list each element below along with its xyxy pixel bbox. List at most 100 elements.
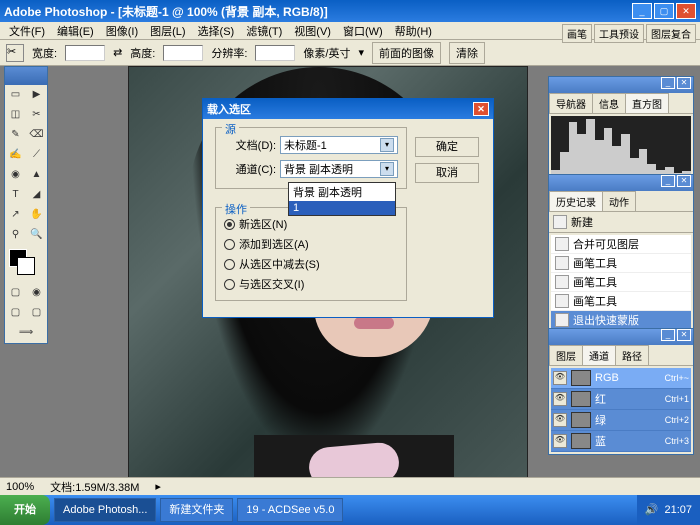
- menu-edit[interactable]: 编辑(E): [52, 22, 99, 40]
- eye-icon[interactable]: 👁: [553, 413, 567, 427]
- minimize-button[interactable]: _: [632, 3, 652, 19]
- screen-mode-2[interactable]: ▢: [26, 303, 47, 323]
- front-image-button[interactable]: 前面的图像: [372, 42, 441, 64]
- maximize-button[interactable]: ▢: [654, 3, 674, 19]
- panel-titlebar[interactable]: _✕: [549, 175, 693, 191]
- tool-15[interactable]: 🔍: [26, 225, 47, 245]
- snapshot-name[interactable]: 新建: [571, 214, 593, 230]
- system-tray[interactable]: 🔊 21:07: [637, 495, 700, 525]
- unit-select[interactable]: 像素/英寸: [303, 45, 350, 61]
- panel-titlebar[interactable]: _✕: [549, 77, 693, 93]
- tool-7[interactable]: ⟋: [26, 145, 47, 165]
- tab-navigator[interactable]: 导航器: [549, 93, 593, 113]
- channel-item[interactable]: 👁RGBCtrl+~: [551, 368, 691, 389]
- operation-radio[interactable]: 从选区中减去(S): [224, 256, 398, 272]
- swap-icon[interactable]: ⇄: [113, 46, 122, 59]
- menu-window[interactable]: 窗口(W): [338, 22, 388, 40]
- tool-2[interactable]: ◫: [5, 105, 26, 125]
- eye-icon[interactable]: 👁: [553, 371, 567, 385]
- toolbox-titlebar[interactable]: [5, 67, 47, 85]
- background-color[interactable]: [17, 257, 35, 275]
- eye-icon[interactable]: 👁: [553, 392, 567, 406]
- snapshot-thumb[interactable]: [553, 215, 567, 229]
- panel-close-icon[interactable]: ✕: [677, 77, 691, 89]
- menu-image[interactable]: 图像(I): [101, 22, 143, 40]
- panel-min-icon[interactable]: _: [661, 175, 675, 187]
- menu-view[interactable]: 视图(V): [289, 22, 336, 40]
- tool-8[interactable]: ◉: [5, 165, 26, 185]
- color-swatch[interactable]: [9, 249, 43, 279]
- taskbar-item[interactable]: Adobe Photosh...: [54, 498, 156, 522]
- tool-3[interactable]: ✂: [26, 105, 47, 125]
- tab-layers[interactable]: 图层: [549, 345, 583, 365]
- history-item[interactable]: 画笔工具: [551, 292, 691, 311]
- taskbar-item[interactable]: 19 - ACDSee v5.0: [237, 498, 343, 522]
- taskbar-item[interactable]: 新建文件夹: [160, 498, 233, 522]
- panel-close-icon[interactable]: ✕: [677, 175, 691, 187]
- tray-icon[interactable]: 🔊: [645, 495, 659, 525]
- status-chevron-icon[interactable]: ▸: [155, 480, 161, 493]
- tab-channels[interactable]: 通道: [582, 345, 616, 365]
- dropdown-option-selected[interactable]: 1: [289, 201, 395, 215]
- tool-11[interactable]: ◢: [26, 185, 47, 205]
- start-button[interactable]: 开始: [0, 495, 50, 525]
- chevron-down-icon[interactable]: ▾: [380, 162, 394, 176]
- menu-file[interactable]: 文件(F): [4, 22, 50, 40]
- menu-filter[interactable]: 滤镜(T): [241, 22, 287, 40]
- eye-icon[interactable]: 👁: [553, 434, 567, 448]
- well-toolpresets[interactable]: 工具预设: [594, 24, 644, 43]
- history-item[interactable]: 画笔工具: [551, 273, 691, 292]
- tool-5[interactable]: ⌫: [26, 125, 47, 145]
- channel-item[interactable]: 👁绿Ctrl+2: [551, 410, 691, 431]
- tool-12[interactable]: ↗: [5, 205, 26, 225]
- dialog-close-button[interactable]: ✕: [473, 102, 489, 116]
- tool-0[interactable]: ▭: [5, 85, 26, 105]
- chevron-down-icon[interactable]: ▾: [380, 138, 394, 152]
- dropdown-option[interactable]: 背景 副本透明: [289, 183, 395, 201]
- operation-radio[interactable]: 添加到选区(A): [224, 236, 398, 252]
- channel-combo[interactable]: 背景 副本透明▾: [280, 160, 398, 178]
- tab-actions[interactable]: 动作: [602, 191, 636, 211]
- mask-mode-standard[interactable]: ▢: [5, 283, 26, 303]
- tab-history[interactable]: 历史记录: [549, 191, 603, 211]
- operation-radio[interactable]: 新选区(N): [224, 216, 398, 232]
- document-combo[interactable]: 未标题-1▾: [280, 136, 398, 154]
- menu-select[interactable]: 选择(S): [193, 22, 240, 40]
- operation-radio[interactable]: 与选区交叉(I): [224, 276, 398, 292]
- panel-titlebar[interactable]: _✕: [549, 329, 693, 345]
- unit-chevron-icon[interactable]: ▾: [358, 46, 364, 59]
- tool-9[interactable]: ▲: [26, 165, 47, 185]
- crop-tool-icon[interactable]: ✂: [6, 44, 24, 62]
- clear-button[interactable]: 清除: [449, 42, 485, 64]
- tab-info[interactable]: 信息: [592, 93, 626, 113]
- close-button[interactable]: ✕: [676, 3, 696, 19]
- tool-13[interactable]: ✋: [26, 205, 47, 225]
- width-input[interactable]: [65, 45, 105, 61]
- channel-item[interactable]: 👁蓝Ctrl+3: [551, 431, 691, 452]
- history-item[interactable]: 画笔工具: [551, 254, 691, 273]
- channel-item[interactable]: 👁红Ctrl+1: [551, 389, 691, 410]
- screen-mode-1[interactable]: ▢: [5, 303, 26, 323]
- height-input[interactable]: [163, 45, 203, 61]
- tool-1[interactable]: ▶: [26, 85, 47, 105]
- tool-10[interactable]: T: [5, 185, 26, 205]
- tool-6[interactable]: ✍: [5, 145, 26, 165]
- menu-layer[interactable]: 图层(L): [145, 22, 190, 40]
- well-brushes[interactable]: 画笔: [562, 24, 592, 43]
- mask-mode-quick[interactable]: ◉: [26, 283, 47, 303]
- well-layercomps[interactable]: 图层复合: [646, 24, 696, 43]
- panel-min-icon[interactable]: _: [661, 77, 675, 89]
- tool-4[interactable]: ✎: [5, 125, 26, 145]
- tab-paths[interactable]: 路径: [615, 345, 649, 365]
- zoom-level[interactable]: 100%: [6, 481, 34, 493]
- panel-close-icon[interactable]: ✕: [677, 329, 691, 341]
- history-item[interactable]: 合并可见图层: [551, 235, 691, 254]
- resolution-input[interactable]: [255, 45, 295, 61]
- cancel-button[interactable]: 取消: [415, 163, 479, 183]
- tool-14[interactable]: ⚲: [5, 225, 26, 245]
- jump-to-imageready[interactable]: ⟹: [5, 323, 47, 343]
- dialog-titlebar[interactable]: 载入选区 ✕: [203, 99, 493, 119]
- panel-min-icon[interactable]: _: [661, 329, 675, 341]
- ok-button[interactable]: 确定: [415, 137, 479, 157]
- tab-histogram[interactable]: 直方图: [625, 93, 669, 113]
